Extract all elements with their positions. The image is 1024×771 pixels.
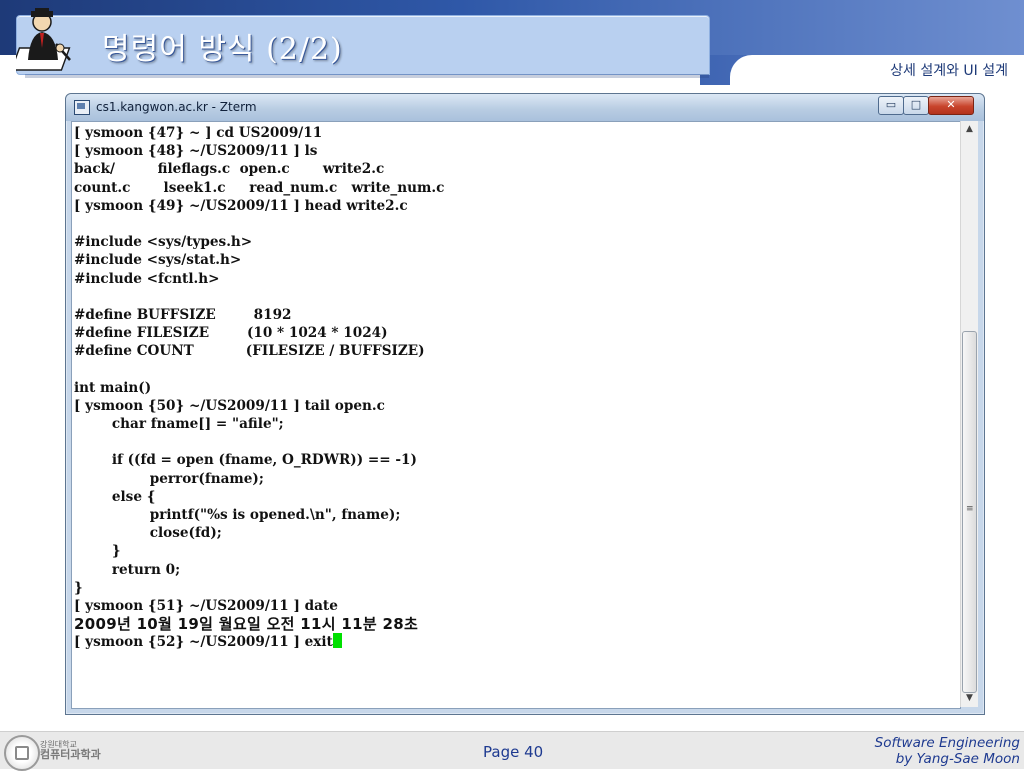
terminal-app-icon[interactable] [74, 100, 90, 115]
terminal-line: printf("%s is opened.\n", fname); [74, 506, 401, 523]
scroll-up-arrow-icon[interactable]: ▲ [961, 121, 978, 138]
scroll-thumb[interactable]: ≡ [962, 331, 977, 693]
terminal-output[interactable]: [ ysmoon {47} ~ ] cd US2009/11 [ ysmoon {… [71, 121, 961, 709]
presenter-logo-icon [16, 8, 71, 71]
terminal-line: #define BUFFSIZE 8192 [74, 306, 292, 323]
terminal-line: #include <sys/types.h> [74, 234, 253, 251]
terminal-line: count.c lseek1.c read_num.c write_num.c [74, 179, 445, 196]
terminal-line: else { [74, 488, 156, 505]
terminal-line: back/ fileflags.c open.c write2.c [74, 161, 385, 178]
terminal-window: cs1.kangwon.ac.kr - Zterm ▭ □ ✕ [ ysmoon… [65, 93, 985, 715]
maximize-button[interactable]: □ [903, 96, 929, 115]
department-label: 강원대학교 컴퓨터과학과 [40, 740, 101, 760]
terminal-prompt-line[interactable]: [ ysmoon {52} ~/US2009/11 ] exit [74, 633, 960, 651]
university-seal-icon [4, 735, 40, 771]
terminal-line: } [74, 543, 121, 560]
slide-header: 명령어 방식 (2/2) 상세 설계와 UI 설계 [0, 0, 1024, 87]
terminal-line: #include <sys/stat.h> [74, 252, 242, 269]
terminal-line: close(fd); [74, 525, 222, 542]
window-titlebar[interactable]: cs1.kangwon.ac.kr - Zterm ▭ □ ✕ [66, 94, 984, 121]
terminal-line: #include <fcntl.h> [74, 270, 220, 287]
terminal-line: char fname[] = "afile"; [74, 416, 284, 432]
minimize-button[interactable]: ▭ [878, 96, 904, 115]
terminal-line: [ ysmoon {51} ~/US2009/11 ] date [74, 597, 338, 614]
scroll-grip-icon: ≡ [966, 504, 974, 514]
slide-subtitle: 상세 설계와 UI 설계 [890, 63, 1008, 79]
close-button[interactable]: ✕ [928, 96, 974, 115]
terminal-cursor [332, 633, 342, 649]
course-credit: Software Engineering by Yang-Sae Moon [875, 735, 1020, 767]
terminal-line: [ ysmoon {49} ~/US2009/11 ] head write2.… [74, 197, 408, 214]
terminal-line: perror(fname); [74, 470, 264, 487]
scroll-down-arrow-icon[interactable]: ▼ [961, 690, 978, 707]
terminal-line: int main() [74, 379, 152, 396]
date-output-line: 2009년 10월 19일 월요일 오전 11시 11분 28초 [74, 615, 419, 634]
course-author: by Yang-Sae Moon [895, 751, 1020, 767]
terminal-line: } [74, 579, 83, 596]
last-prompt: [ ysmoon {52} ~/US2009/11 ] exit [74, 634, 333, 651]
slide-footer: 강원대학교 컴퓨터과학과 Page 40 Software Engineerin… [0, 731, 1024, 771]
terminal-text: [ ysmoon {47} ~ ] cd US2009/11 [ ysmoon {… [72, 122, 960, 651]
terminal-line: return 0; [74, 561, 181, 578]
course-name: Software Engineering [874, 735, 1020, 751]
terminal-line: #define COUNT (FILESIZE / BUFFSIZE) [74, 343, 425, 360]
terminal-line: [ ysmoon {47} ~ ] cd US2009/11 [74, 125, 323, 141]
window-title: cs1.kangwon.ac.kr - Zterm [96, 100, 257, 114]
terminal-line: #define FILESIZE (10 * 1024 * 1024) [74, 325, 388, 342]
page-number: Page 40 [483, 743, 544, 761]
vertical-scrollbar[interactable]: ▲ ≡ ▼ [960, 121, 978, 707]
terminal-line: if ((fd = open (fname, O_RDWR)) == -1) [74, 452, 417, 469]
terminal-line: [ ysmoon {48} ~/US2009/11 ] ls [74, 143, 318, 160]
department-name: 컴퓨터과학과 [40, 748, 101, 761]
slide-title: 명령어 방식 (2/2) [102, 32, 343, 67]
terminal-line: [ ysmoon {50} ~/US2009/11 ] tail open.c [74, 397, 385, 414]
